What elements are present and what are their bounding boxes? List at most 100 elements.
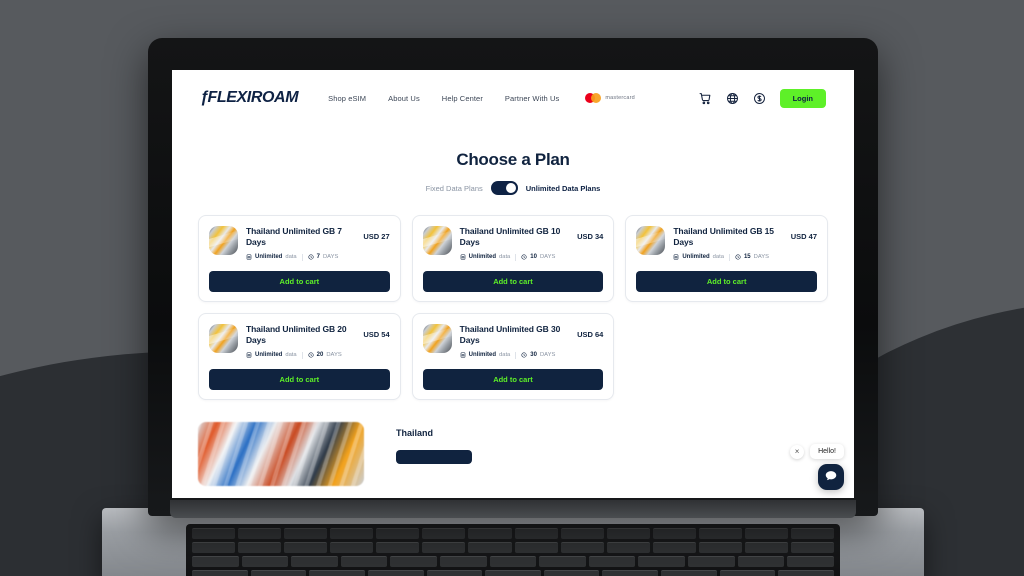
meta-divider [515, 351, 517, 359]
screenshot-scene: ƒ FLEXIROAM Shop eSIM About Us Help Cente… [0, 0, 1024, 576]
nav-item-help-center[interactable]: Help Center [442, 94, 483, 103]
nav-item-shop-esim[interactable]: Shop eSIM [328, 94, 366, 103]
plan-title: Thailand Unlimited GB 7 Days [246, 226, 342, 247]
plan-data-meta: Unlimited data [460, 352, 510, 358]
add-to-cart-button[interactable]: Add to cart [636, 270, 817, 292]
add-to-cart-button[interactable]: Add to cart [209, 270, 390, 292]
plan-data-meta: Unlimited data [673, 254, 724, 260]
add-to-cart-button[interactable]: Add to cart [422, 270, 604, 292]
login-button[interactable]: Login [779, 88, 826, 108]
plan-days-unit: DAYS [539, 254, 556, 261]
toggle-label-fixed[interactable]: Fixed Data Plans [426, 184, 483, 193]
header-actions: Login [699, 88, 826, 108]
add-to-cart-button[interactable]: Add to cart [422, 368, 604, 390]
plan-meta: Unlimited data [460, 351, 569, 359]
page-title: Choose a Plan [456, 150, 570, 169]
mastercard-badge: mastercard [585, 93, 635, 103]
plan-data-unit: data [712, 254, 724, 261]
plan-days-unit: DAYS [322, 254, 339, 261]
promo-title: Thailand [396, 427, 434, 438]
plan-data-unit: data [285, 352, 297, 358]
plan-price: USD 47 [790, 232, 817, 241]
brand-logo[interactable]: ƒ FLEXIROAM [200, 89, 299, 107]
plan-card[interactable]: Thailand Unlimited GB 20 Days Unlimited [198, 312, 401, 400]
clock-icon [735, 254, 741, 260]
plan-days-meta: 30 DAYS [521, 352, 555, 358]
close-icon[interactable]: × [790, 444, 805, 459]
cart-icon[interactable] [699, 92, 712, 105]
plan-meta: Unlimited data [673, 253, 782, 261]
chat-widget: × Hello! [790, 444, 844, 490]
nav-item-partner-with-us[interactable]: Partner With Us [505, 94, 559, 103]
plan-days-meta: 15 DAYS [735, 254, 769, 260]
plan-data-unit: data [499, 254, 511, 261]
plan-title: Thailand Unlimited GB 15 Days [673, 226, 774, 247]
plan-days-meta: 10 DAYS [521, 254, 555, 260]
plan-title: Thailand Unlimited GB 20 Days [246, 323, 347, 345]
clock-icon [308, 352, 314, 358]
laptop-bezel: ƒ FLEXIROAM Shop eSIM About Us Help Cente… [172, 70, 854, 498]
plan-data-meta: Unlimited data [246, 254, 297, 260]
promo-button[interactable] [396, 449, 472, 464]
plan-price: USD 54 [363, 329, 390, 339]
plan-card[interactable]: Thailand Unlimited GB 7 Days Unlimited d… [198, 215, 401, 302]
chat-launcher-button[interactable] [818, 464, 844, 490]
plan-type-toggle[interactable] [490, 181, 518, 195]
main-nav: Shop eSIM About Us Help Center Partner W… [328, 94, 559, 103]
browser-viewport: ƒ FLEXIROAM Shop eSIM About Us Help Cente… [172, 70, 854, 498]
sim-icon [246, 254, 252, 260]
plan-data-value: Unlimited [255, 352, 283, 358]
add-to-cart-button[interactable]: Add to cart [209, 368, 390, 390]
clock-icon [521, 352, 527, 358]
website-page: ƒ FLEXIROAM Shop eSIM About Us Help Cente… [172, 70, 854, 498]
brand-logo-text: FLEXIROAM [207, 89, 299, 106]
site-header: ƒ FLEXIROAM Shop eSIM About Us Help Cente… [172, 70, 854, 126]
plan-data-meta: Unlimited data [460, 254, 511, 261]
toggle-label-unlimited[interactable]: Unlimited Data Plans [526, 184, 601, 193]
plan-card[interactable]: Thailand Unlimited GB 10 Days Unlimited [411, 215, 615, 302]
plan-price: USD 34 [577, 232, 604, 241]
plan-days-unit: DAYS [539, 352, 556, 358]
plan-days-value: 20 [316, 352, 324, 358]
plan-card[interactable]: Thailand Unlimited GB 15 Days Unlimited [625, 215, 828, 302]
plan-title: Thailand Unlimited GB 10 Days [459, 226, 561, 247]
sim-icon [460, 352, 466, 358]
meta-divider [301, 351, 303, 359]
plan-meta: Unlimited data [460, 253, 569, 261]
country-promo-section: Thailand [198, 421, 828, 486]
chat-greeting-row: × Hello! [790, 444, 844, 459]
plan-data-value: Unlimited [255, 254, 283, 261]
plan-price: USD 64 [577, 329, 604, 339]
sim-icon [246, 352, 252, 358]
plan-title: Thailand Unlimited GB 30 Days [459, 323, 561, 345]
plan-price: USD 27 [363, 232, 390, 241]
plan-data-value: Unlimited [682, 254, 710, 261]
laptop-mockup: ƒ FLEXIROAM Shop eSIM About Us Help Cente… [102, 38, 924, 576]
plan-thumbnail-image [209, 226, 238, 255]
meta-divider [728, 253, 730, 261]
toggle-knob [505, 183, 516, 193]
plan-days-value: 30 [530, 352, 537, 358]
plan-days-value: 15 [743, 254, 751, 261]
currency-icon[interactable] [753, 92, 766, 105]
clock-icon [308, 254, 314, 260]
laptop-lid-chin [170, 500, 856, 518]
plan-card[interactable]: Thailand Unlimited GB 30 Days Unlimited [411, 312, 615, 400]
chat-greeting-bubble[interactable]: Hello! [810, 444, 844, 459]
plan-data-meta: Unlimited data [246, 352, 297, 358]
meta-divider [301, 253, 303, 261]
globe-icon[interactable] [726, 92, 739, 105]
plan-thumbnail-image [422, 323, 452, 353]
plan-thumbnail-image [209, 323, 238, 353]
plan-days-unit: DAYS [753, 254, 770, 261]
plan-data-unit: data [285, 254, 297, 261]
laptop-base [102, 508, 924, 576]
sim-icon [460, 254, 466, 260]
nav-item-about-us[interactable]: About Us [388, 94, 420, 103]
plan-thumbnail-image [636, 226, 666, 255]
plan-thumbnail-image [422, 226, 452, 255]
sim-icon [673, 254, 679, 260]
main-content: Choose a Plan Fixed Data Plans Unlimited… [172, 150, 854, 486]
promo-text-block: Thailand [396, 422, 472, 464]
promo-banner-image [198, 421, 364, 486]
